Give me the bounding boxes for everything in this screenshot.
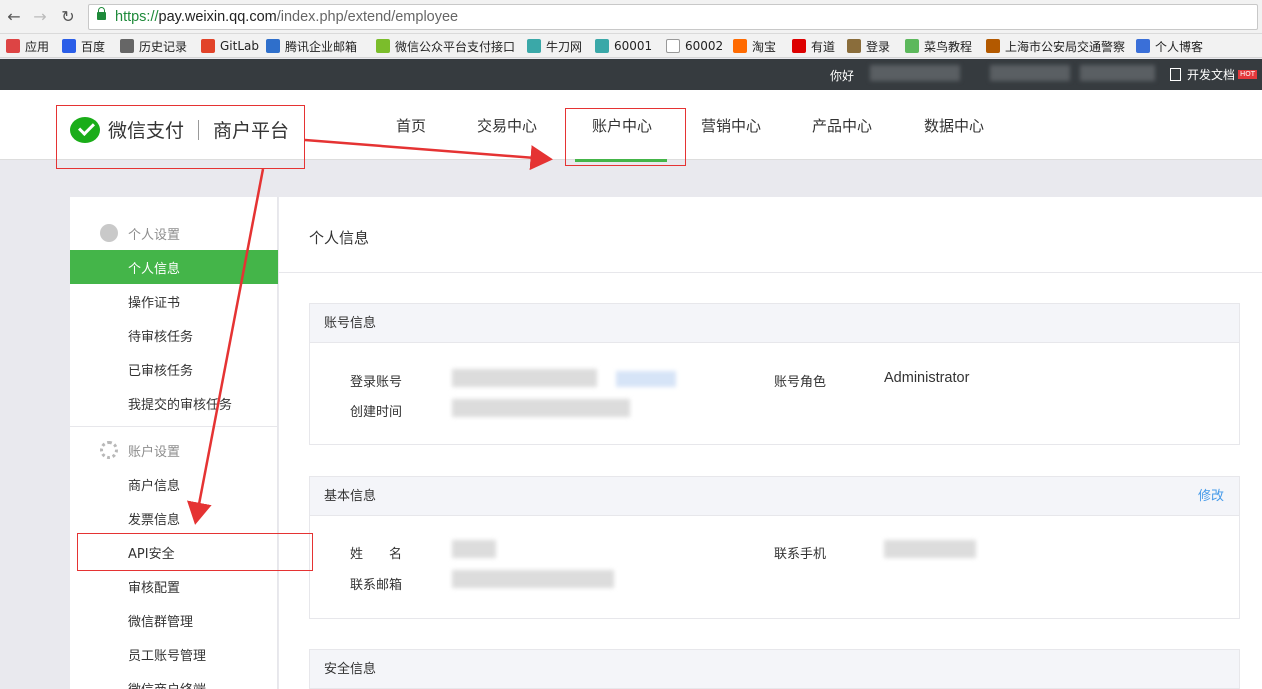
arrow-to-account-center (304, 138, 553, 171)
annotation-arrows (187, 138, 553, 525)
arrow-to-api-security (187, 168, 265, 525)
